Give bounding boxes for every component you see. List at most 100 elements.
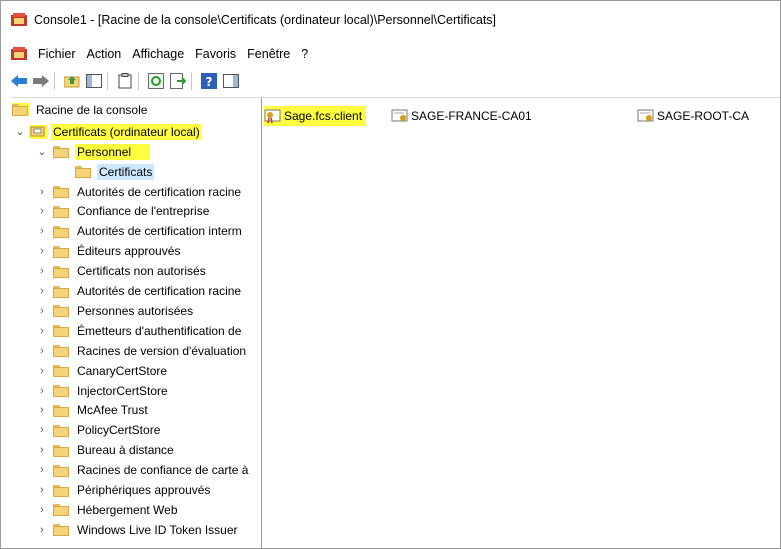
console-menu-icon[interactable] [10, 46, 28, 62]
refresh-button[interactable] [147, 72, 165, 90]
forward-button[interactable] [32, 72, 50, 90]
tree-label-store: McAfee Trust [77, 403, 148, 418]
chevron-right-icon[interactable]: › [37, 524, 47, 536]
tree-node-store[interactable]: › Émetteurs d'authentification de [37, 321, 243, 340]
tree-node-store[interactable]: › Éditeurs approuvés [37, 242, 182, 261]
chevron-right-icon[interactable]: › [37, 404, 47, 416]
folder-icon [53, 404, 70, 417]
chevron-right-icon[interactable]: › [37, 325, 47, 337]
tree-node-store[interactable]: › Confiance de l'entreprise [37, 202, 211, 221]
show-hide-tree-icon [86, 74, 102, 88]
tree-node-store[interactable]: › InjectorCertStore [37, 381, 170, 400]
mmc-app-icon [11, 13, 27, 26]
menu-action[interactable]: Action [86, 47, 123, 61]
action-pane-button[interactable] [222, 72, 240, 90]
folder-icon [53, 364, 70, 378]
tree-label-store: Racines de version d'évaluation [77, 343, 247, 358]
folder-icon [53, 503, 70, 517]
chevron-right-icon[interactable]: › [37, 385, 47, 397]
folder-icon [53, 523, 70, 537]
folder-icon [53, 285, 70, 298]
tree-node-store[interactable]: › Autorités de certification racine [37, 282, 243, 301]
export-list-icon [170, 73, 186, 89]
menu-fichier[interactable]: Fichier [37, 47, 77, 61]
tree-label-personnel: Personnel [75, 143, 150, 160]
tree-node-store[interactable]: › Windows Live ID Token Issuer [37, 520, 240, 539]
refresh-icon [148, 73, 164, 89]
tree-node-store[interactable]: › Autorités de certification interm [37, 222, 244, 241]
chevron-right-icon[interactable]: › [37, 305, 47, 317]
chevron-right-icon[interactable]: › [37, 504, 47, 516]
chevron-down-icon[interactable]: ⌄ [15, 126, 25, 138]
tree-node-store[interactable]: › Hébergement Web [37, 500, 180, 519]
tree-label-store: InjectorCertStore [77, 383, 168, 398]
tree-node-certificates-local[interactable]: ⌄ Certificats (ordinateur local) [15, 122, 202, 141]
tree-label-store: Hébergement Web [77, 502, 178, 517]
tree-label-root: Racine de la console [36, 102, 148, 117]
chevron-right-icon[interactable]: › [37, 205, 47, 217]
menu-fenetre[interactable]: Fenêtre [246, 47, 291, 61]
certificate-item[interactable]: SAGE-FRANCE-CA01 [391, 106, 532, 126]
tree-node-store[interactable]: › Racines de confiance de carte à [37, 461, 250, 480]
tree-node-store[interactable]: › PolicyCertStore [37, 421, 162, 440]
folder-icon [53, 185, 70, 198]
folder-icon [53, 145, 70, 158]
certificate-name: SAGE-FRANCE-CA01 [411, 109, 532, 123]
chevron-down-icon[interactable]: ⌄ [37, 146, 47, 158]
tree-node-store[interactable]: › Certificats non autorisés [37, 262, 208, 281]
chevron-right-icon[interactable]: › [37, 345, 47, 357]
tree-label-store: Certificats non autorisés [77, 264, 206, 279]
export-list-button[interactable] [169, 72, 187, 90]
properties-icon [118, 73, 132, 89]
chevron-right-icon[interactable]: › [37, 424, 47, 436]
chevron-right-icon[interactable]: › [37, 285, 47, 297]
up-folder-button[interactable] [63, 72, 81, 90]
chevron-right-icon[interactable]: › [37, 225, 47, 237]
menu-favoris[interactable]: Favoris [194, 47, 237, 61]
properties-button[interactable] [116, 72, 134, 90]
chevron-right-icon[interactable]: › [37, 245, 47, 257]
folder-icon [53, 304, 70, 318]
action-pane-icon [223, 74, 239, 88]
tree-node-personnel[interactable]: ⌄ Personnel [37, 142, 150, 161]
window-title: Console1 - [Racine de la console\Certifi… [34, 13, 497, 27]
toolbar-separator [107, 72, 108, 90]
chevron-right-icon[interactable]: › [37, 484, 47, 496]
tree-node-personnel-certificats[interactable]: Certificats [75, 162, 155, 181]
tree-node-store[interactable]: › CanaryCertStore [37, 361, 169, 380]
toolbar-separator [54, 72, 55, 90]
certificate-item[interactable]: SAGE-ROOT-CA [637, 106, 749, 126]
tree-node-store[interactable]: › Bureau à distance [37, 441, 176, 460]
certificate-icon [391, 109, 408, 122]
forward-arrow-icon [33, 75, 49, 87]
menu-help[interactable]: ? [300, 47, 309, 61]
chevron-right-icon[interactable]: › [37, 365, 47, 377]
certificate-name: SAGE-ROOT-CA [657, 109, 750, 123]
folder-icon [53, 225, 70, 238]
folder-icon [53, 464, 70, 477]
menu-bar: Fichier Action Affichage Favoris Fenêtre… [1, 43, 780, 65]
tree-label-store: CanaryCertStore [77, 363, 168, 378]
chevron-right-icon[interactable]: › [37, 464, 47, 476]
chevron-right-icon[interactable]: › [37, 265, 47, 277]
chevron-right-icon[interactable]: › [37, 186, 47, 198]
tree-node-store[interactable]: › McAfee Trust [37, 401, 150, 420]
help-button[interactable]: ? [200, 72, 218, 90]
chevron-right-icon[interactable]: › [37, 444, 47, 456]
menu-affichage[interactable]: Affichage [131, 47, 185, 61]
back-button[interactable] [10, 72, 28, 90]
tree-node-root[interactable]: Racine de la console [12, 100, 149, 119]
tree-node-store[interactable]: › Autorités de certification racine [37, 182, 243, 201]
tree-label-store: Autorités de certification racine [77, 184, 242, 199]
tree-node-store[interactable]: › Racines de version d'évaluation [37, 341, 248, 360]
certificate-icon [264, 109, 281, 124]
show-hide-tree-button[interactable] [85, 72, 103, 90]
folder-icon [53, 424, 70, 437]
tree-label-store: Bureau à distance [77, 443, 174, 458]
certificate-item[interactable]: Sage.fcs.client [264, 106, 367, 126]
tree-node-store[interactable]: › Périphériques approuvés [37, 481, 212, 500]
tree-node-store[interactable]: › Personnes autorisées [37, 301, 195, 320]
folder-icon [53, 265, 70, 278]
toolbar-separator [138, 72, 139, 90]
svg-text:?: ? [206, 75, 213, 89]
